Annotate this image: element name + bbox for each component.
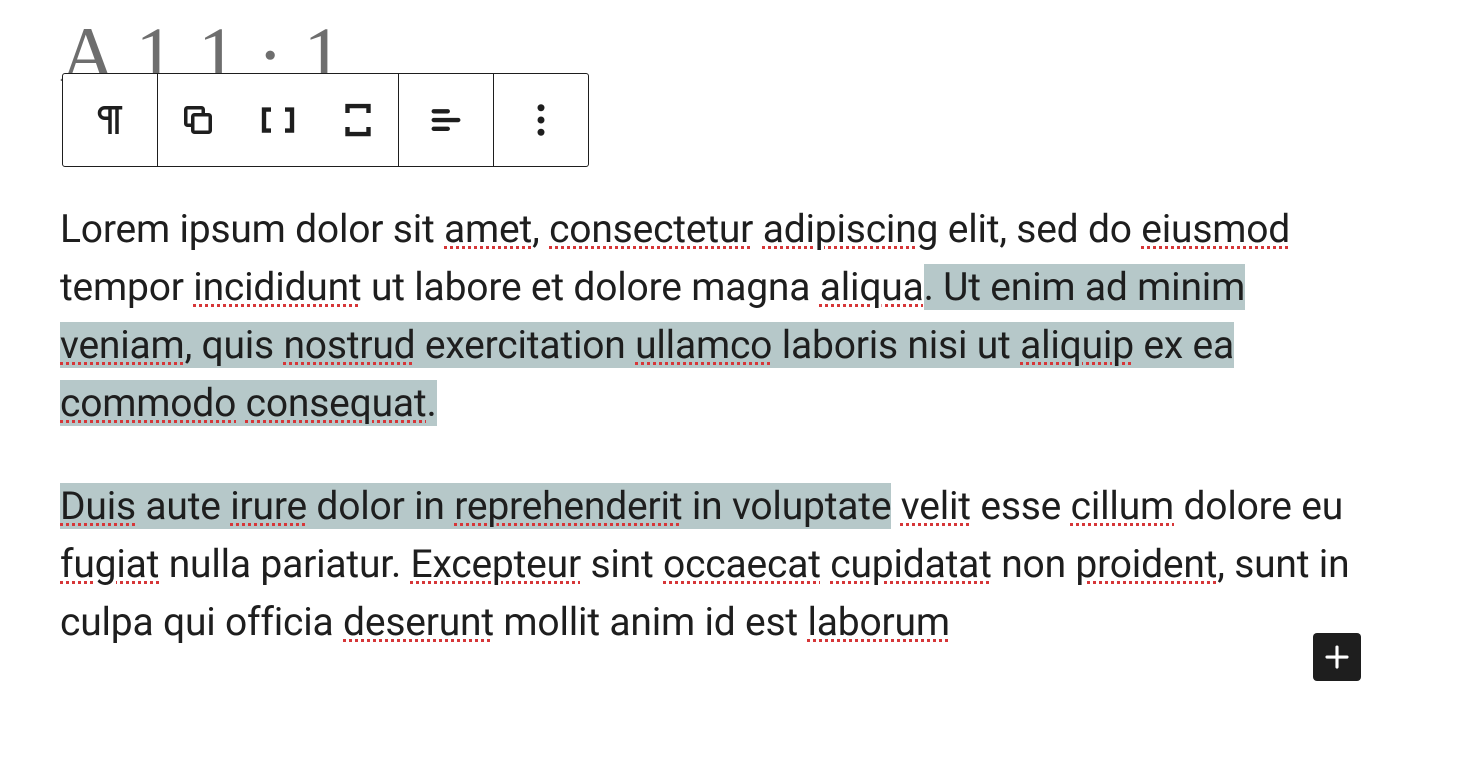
split-horizontal-icon [257, 99, 299, 141]
text: elit, sed do [938, 206, 1141, 252]
text: mollit anim id est [494, 599, 808, 645]
spellcheck-word[interactable]: ullamco [635, 322, 772, 368]
block-toolbar [62, 73, 589, 167]
toolbar-group-type [63, 74, 158, 166]
spellcheck-word[interactable]: incididunt [193, 264, 361, 310]
toolbar-group-more [494, 74, 588, 166]
drag-handle-button[interactable] [158, 74, 238, 166]
spellcheck-word[interactable]: consequat [246, 380, 427, 426]
spellcheck-word[interactable]: Duis [60, 483, 136, 529]
spellcheck-word[interactable]: proident [1075, 541, 1217, 587]
move-horizontal-button[interactable] [238, 74, 318, 166]
selected-text: . Ut enim ad minim [924, 264, 1245, 310]
spellcheck-word[interactable]: aliquip [1020, 322, 1134, 368]
toolbar-group-move [158, 74, 399, 166]
paragraph-type-button[interactable] [63, 74, 157, 166]
spellcheck-word[interactable]: eiusmod [1141, 206, 1290, 252]
text [753, 206, 762, 252]
plus-icon [1322, 642, 1352, 672]
spellcheck-word[interactable]: nostrud [283, 322, 415, 368]
selected-text: , quis [185, 322, 284, 368]
text: ut labore et dolore magna [361, 264, 819, 310]
spellcheck-word[interactable]: laborum [807, 599, 949, 645]
paragraph-2[interactable]: Duis aute irure dolor in reprehenderit i… [60, 477, 1360, 651]
text: nulla pariatur. [159, 541, 410, 587]
align-left-icon [425, 99, 467, 141]
text: tempor [60, 264, 193, 310]
text: non [992, 541, 1076, 587]
move-vertical-button[interactable] [318, 74, 398, 166]
split-vertical-icon [337, 99, 379, 141]
paragraph-1[interactable]: Lorem ipsum dolor sit amet, consectetur … [60, 200, 1360, 432]
drag-icon [177, 99, 219, 141]
text: esse [971, 483, 1071, 529]
selected-text: exercitation [415, 322, 635, 368]
spellcheck-word[interactable]: amet [444, 206, 532, 252]
selected-text: ex ea [1134, 322, 1234, 368]
spellcheck-word[interactable]: deserunt [343, 599, 494, 645]
spellcheck-word[interactable]: fugiat [60, 541, 159, 587]
spellcheck-word[interactable]: aliqua [820, 264, 924, 310]
text: dolore eu [1174, 483, 1343, 529]
spellcheck-word[interactable]: Excepteur [411, 541, 581, 587]
selected-text: laboris nisi ut [772, 322, 1020, 368]
paragraph-icon [89, 99, 131, 141]
spellcheck-word[interactable]: cillum [1071, 483, 1174, 529]
selected-text: dolor in [307, 483, 454, 529]
spellcheck-word[interactable]: adipiscing [763, 206, 939, 252]
editor-content[interactable]: Lorem ipsum dolor sit amet, consectetur … [60, 200, 1360, 696]
spellcheck-word[interactable]: cupidatat [830, 541, 991, 587]
toolbar-group-align [399, 74, 494, 166]
more-vertical-icon [520, 99, 562, 141]
text: sint [581, 541, 663, 587]
spellcheck-word[interactable]: commodo [60, 380, 236, 426]
spellcheck-word[interactable]: veniam [60, 322, 185, 368]
spellcheck-word[interactable]: occaecat [663, 541, 821, 587]
selected-text: voluptate [732, 483, 891, 529]
text [821, 541, 830, 587]
add-block-button[interactable] [1313, 633, 1361, 681]
text [891, 483, 900, 529]
text: Lorem ipsum dolor sit [60, 206, 444, 252]
more-options-button[interactable] [494, 74, 588, 166]
selected-text: aute [136, 483, 230, 529]
selected-text [236, 380, 245, 426]
selected-text: . [426, 380, 436, 426]
selected-text: in [682, 483, 732, 529]
spellcheck-word[interactable]: irure [230, 483, 307, 529]
spellcheck-word[interactable]: consectetur [549, 206, 753, 252]
text: , [532, 206, 549, 252]
spellcheck-word[interactable]: reprehenderit [454, 483, 682, 529]
spellcheck-word[interactable]: velit [901, 483, 971, 529]
align-button[interactable] [399, 74, 493, 166]
